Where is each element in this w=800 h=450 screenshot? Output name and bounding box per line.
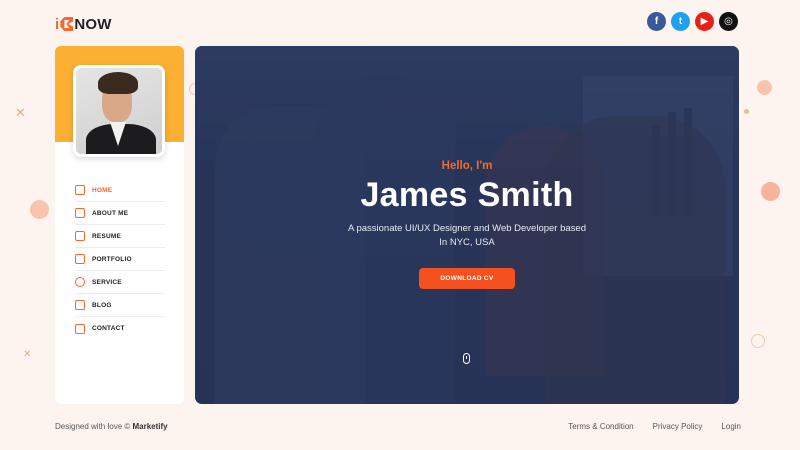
brand-logo[interactable]: i NOW [55,14,112,34]
logo-prefix: i [55,15,60,33]
sidebar-item-label: PORTFOLIO [92,255,132,263]
hero-tagline: A passionate UI/UX Designer and Web Deve… [348,223,586,248]
hero-name: James Smith [360,176,574,214]
logo-k-icon [60,17,73,31]
footer-links: Terms & Condition Privacy Policy Login [568,422,741,431]
social-links: f t ▶ ◎ [647,12,738,31]
footer-link-login[interactable]: Login [721,422,741,431]
avatar-hair [98,72,138,94]
user-icon [75,208,85,218]
mail-icon [75,323,85,334]
sidebar-item-service[interactable]: SERVICE [75,271,165,294]
resume-icon [75,231,85,241]
logo-text: NOW [74,15,112,33]
decor-dot [761,182,780,201]
briefcase-icon [75,254,85,264]
instagram-icon[interactable]: ◎ [719,12,738,31]
blog-icon [75,300,85,310]
decor-cross: ✕ [23,349,32,360]
download-cv-button[interactable]: DOWNLOAD CV [419,268,515,289]
sidebar-item-label: RESUME [92,232,122,240]
avatar [73,65,165,157]
sidebar-item-label: ABOUT ME [92,209,129,217]
sidebar-item-resume[interactable]: RESUME [75,225,165,248]
decor-dot [757,80,772,95]
sidebar-item-blog[interactable]: BLOG [75,294,165,317]
footer-credit-brand[interactable]: Marketify [133,422,168,431]
hero-content: Hello, I'm James Smith A passionate UI/U… [195,160,739,289]
hero-section: Hello, I'm James Smith A passionate UI/U… [195,46,739,404]
sidebar: HOME ABOUT ME RESUME PORTFOLIO SERVICE B… [55,46,184,404]
footer-link-privacy[interactable]: Privacy Policy [653,422,703,431]
twitter-icon[interactable]: t [671,12,690,31]
decor-dot [30,200,49,219]
decor-ring [751,334,765,348]
footer-link-terms[interactable]: Terms & Condition [568,422,633,431]
youtube-icon[interactable]: ▶ [695,12,714,31]
sidebar-item-label: CONTACT [92,325,125,332]
sidebar-item-portfolio[interactable]: PORTFOLIO [75,248,165,271]
sidebar-item-label: BLOG [92,301,112,309]
decor-cross: ✕ [15,106,26,121]
sidebar-menu: HOME ABOUT ME RESUME PORTFOLIO SERVICE B… [75,179,165,340]
home-icon [75,185,85,195]
sidebar-item-contact[interactable]: CONTACT [75,317,165,340]
decor-dot [744,109,749,114]
sidebar-item-label: HOME [92,186,113,194]
footer-credit-text: Designed with love © [55,422,133,431]
sidebar-item-about-me[interactable]: ABOUT ME [75,202,165,225]
gear-icon [75,277,85,287]
hero-greeting: Hello, I'm [441,160,493,172]
scroll-mouse-icon[interactable] [463,353,470,364]
footer-credit: Designed with love © Marketify [55,422,168,431]
sidebar-item-label: SERVICE [92,278,122,286]
facebook-icon[interactable]: f [647,12,666,31]
sidebar-item-home[interactable]: HOME [75,179,165,202]
